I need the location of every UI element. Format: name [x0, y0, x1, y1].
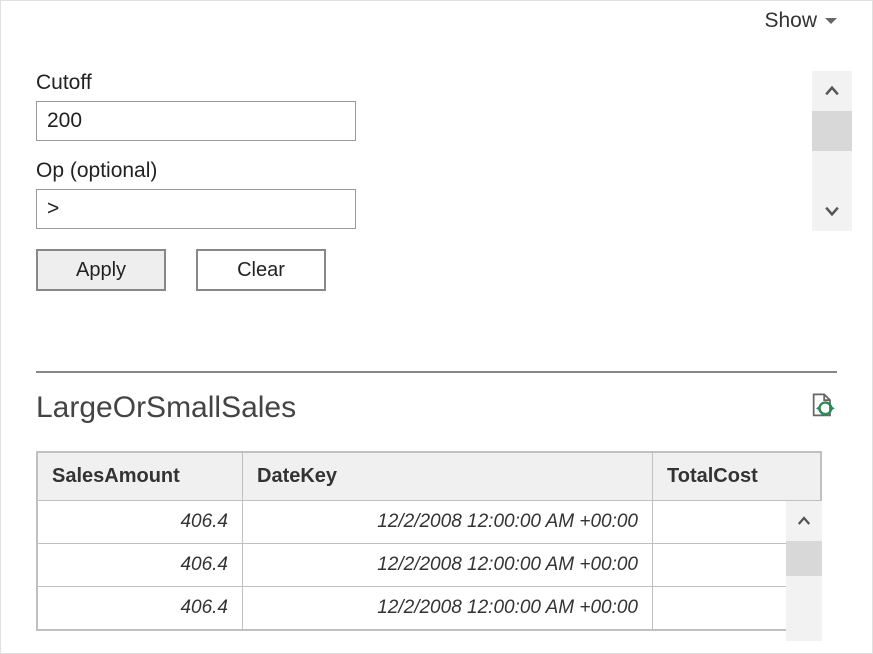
- cell-date: 12/2/2008 12:00:00 AM +00:00: [243, 587, 653, 630]
- col-datekey[interactable]: DateKey: [243, 453, 653, 501]
- parameter-form: Cutoff Op (optional) Apply Clear: [36, 71, 356, 291]
- table-header-row: SalesAmount DateKey TotalCost: [38, 453, 821, 501]
- form-scrollbar[interactable]: [812, 71, 852, 231]
- cutoff-group: Cutoff: [36, 71, 356, 141]
- scroll-down-icon[interactable]: [812, 191, 852, 231]
- table-row: 406.4 12/2/2008 12:00:00 AM +00:00 2: [38, 544, 821, 587]
- cell-date: 12/2/2008 12:00:00 AM +00:00: [243, 544, 653, 587]
- col-salesamount[interactable]: SalesAmount: [38, 453, 243, 501]
- cell-sales: 406.4: [38, 587, 243, 630]
- scroll-up-icon[interactable]: [812, 71, 852, 111]
- op-group: Op (optional): [36, 159, 356, 229]
- cell-date: 12/2/2008 12:00:00 AM +00:00: [243, 501, 653, 544]
- table-scrollbar-thumb[interactable]: [786, 541, 822, 576]
- cell-sales: 406.4: [38, 544, 243, 587]
- table-scrollbar[interactable]: [786, 501, 822, 641]
- col-totalcost[interactable]: TotalCost: [653, 453, 821, 501]
- divider: [36, 371, 837, 373]
- cell-sales: 406.4: [38, 501, 243, 544]
- button-row: Apply Clear: [36, 249, 356, 291]
- apply-button[interactable]: Apply: [36, 249, 166, 291]
- result-header: LargeOrSmallSales: [36, 391, 837, 425]
- cutoff-input[interactable]: [36, 101, 356, 141]
- show-label: Show: [764, 9, 817, 33]
- scrollbar-thumb[interactable]: [812, 111, 852, 151]
- table-row: 406.4 12/2/2008 12:00:00 AM +00:00 2: [38, 587, 821, 630]
- table-scroll-up-icon[interactable]: [786, 501, 822, 541]
- op-label: Op (optional): [36, 159, 356, 183]
- refresh-icon[interactable]: [809, 392, 837, 425]
- cutoff-label: Cutoff: [36, 71, 356, 95]
- show-dropdown[interactable]: Show: [764, 9, 837, 33]
- result-title: LargeOrSmallSales: [36, 391, 296, 425]
- results-table: SalesAmount DateKey TotalCost 406.4 12/2…: [36, 451, 822, 631]
- op-input[interactable]: [36, 189, 356, 229]
- table-row: 406.4 12/2/2008 12:00:00 AM +00:00 2: [38, 501, 821, 544]
- caret-down-icon: [825, 18, 837, 24]
- clear-button[interactable]: Clear: [196, 249, 326, 291]
